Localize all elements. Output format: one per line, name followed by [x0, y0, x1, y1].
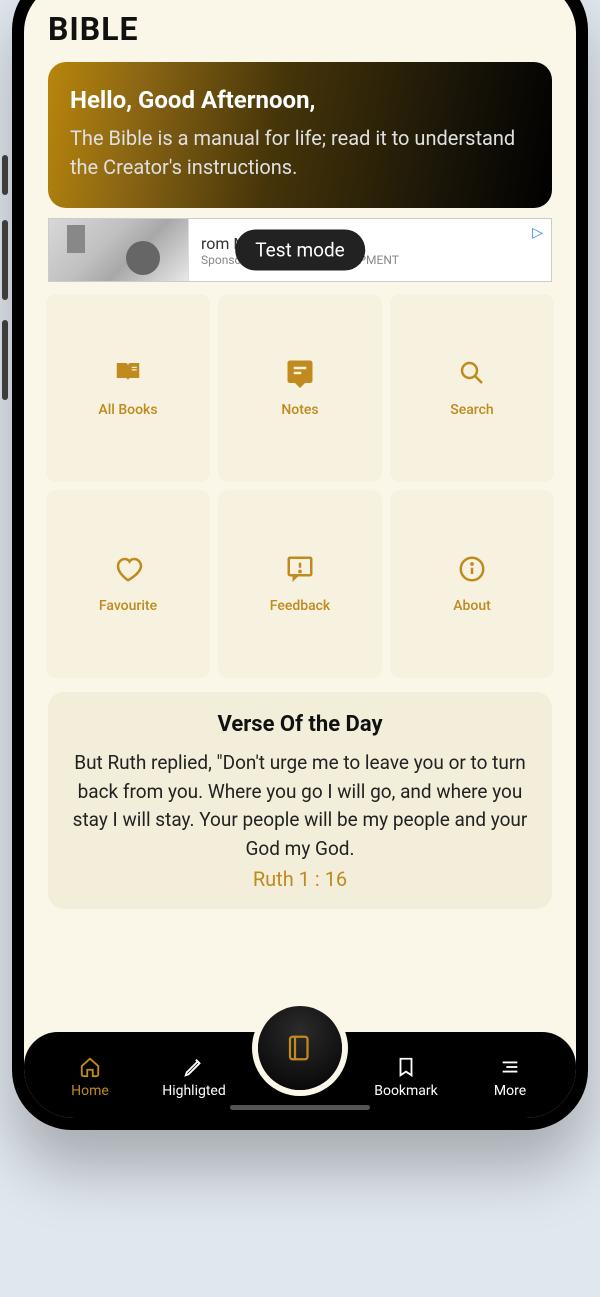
book-open-icon	[113, 358, 143, 388]
tile-label: Feedback	[270, 598, 330, 614]
heart-icon	[113, 554, 143, 584]
nav-label: Bookmark	[374, 1083, 438, 1099]
volume-down-button	[2, 220, 8, 300]
test-mode-badge: Test mode	[235, 230, 365, 271]
tile-label: Notes	[281, 402, 318, 418]
feedback-icon	[285, 554, 315, 584]
nav-home[interactable]: Home	[52, 1056, 128, 1099]
home-icon	[79, 1056, 101, 1078]
about-tile[interactable]: About	[390, 490, 554, 678]
greeting-card: Hello, Good Afternoon, The Bible is a ma…	[48, 62, 552, 208]
nav-label: Highligted	[162, 1083, 226, 1099]
volume-up-button	[2, 155, 8, 195]
book-icon	[285, 1033, 315, 1063]
bookmark-icon	[395, 1056, 417, 1078]
app-screen: BIBLE Hello, Good Afternoon, The Bible i…	[24, 0, 576, 1118]
adchoices-icon[interactable]: ▷	[532, 225, 543, 241]
home-indicator[interactable]	[230, 1105, 370, 1110]
pencil-icon	[183, 1056, 205, 1078]
verse-text: But Ruth replied, "Don't urge me to leav…	[70, 749, 530, 863]
verse-title: Verse Of the Day	[70, 712, 530, 737]
nav-label: More	[494, 1083, 526, 1099]
favourite-tile[interactable]: Favourite	[46, 490, 210, 678]
search-tile[interactable]: Search	[390, 294, 554, 482]
menu-grid: All Books Notes Search Favourite Feedbac…	[46, 294, 554, 678]
greeting-subtitle: The Bible is a manual for life; read it …	[70, 124, 530, 182]
ad-image	[49, 219, 189, 281]
nav-highlighted[interactable]: Highligted	[156, 1056, 232, 1099]
nav-bookmark[interactable]: Bookmark	[368, 1056, 444, 1099]
more-icon	[499, 1056, 521, 1078]
notes-icon	[285, 358, 315, 388]
search-icon	[457, 358, 487, 388]
tile-label: Favourite	[99, 598, 157, 614]
notes-tile[interactable]: Notes	[218, 294, 382, 482]
all-books-tile[interactable]: All Books	[46, 294, 210, 482]
info-icon	[457, 554, 487, 584]
device-frame: BIBLE Hello, Good Afternoon, The Bible i…	[12, 0, 588, 1130]
tile-label: All Books	[98, 402, 157, 418]
fab-read-button[interactable]	[258, 1006, 342, 1090]
tile-label: Search	[450, 402, 493, 418]
side-button	[2, 320, 8, 400]
verse-of-the-day-card: Verse Of the Day But Ruth replied, "Don'…	[48, 692, 552, 909]
nav-more[interactable]: More	[472, 1056, 548, 1099]
ad-banner[interactable]: rom Mexico... Sponsored by · FITNESS EQU…	[48, 218, 552, 282]
tile-label: About	[453, 598, 491, 614]
feedback-tile[interactable]: Feedback	[218, 490, 382, 678]
greeting-text: Hello, Good Afternoon,	[70, 86, 530, 114]
nav-label: Home	[71, 1083, 109, 1099]
app-title: BIBLE	[48, 10, 576, 48]
verse-reference: Ruth 1 : 16	[70, 867, 530, 891]
